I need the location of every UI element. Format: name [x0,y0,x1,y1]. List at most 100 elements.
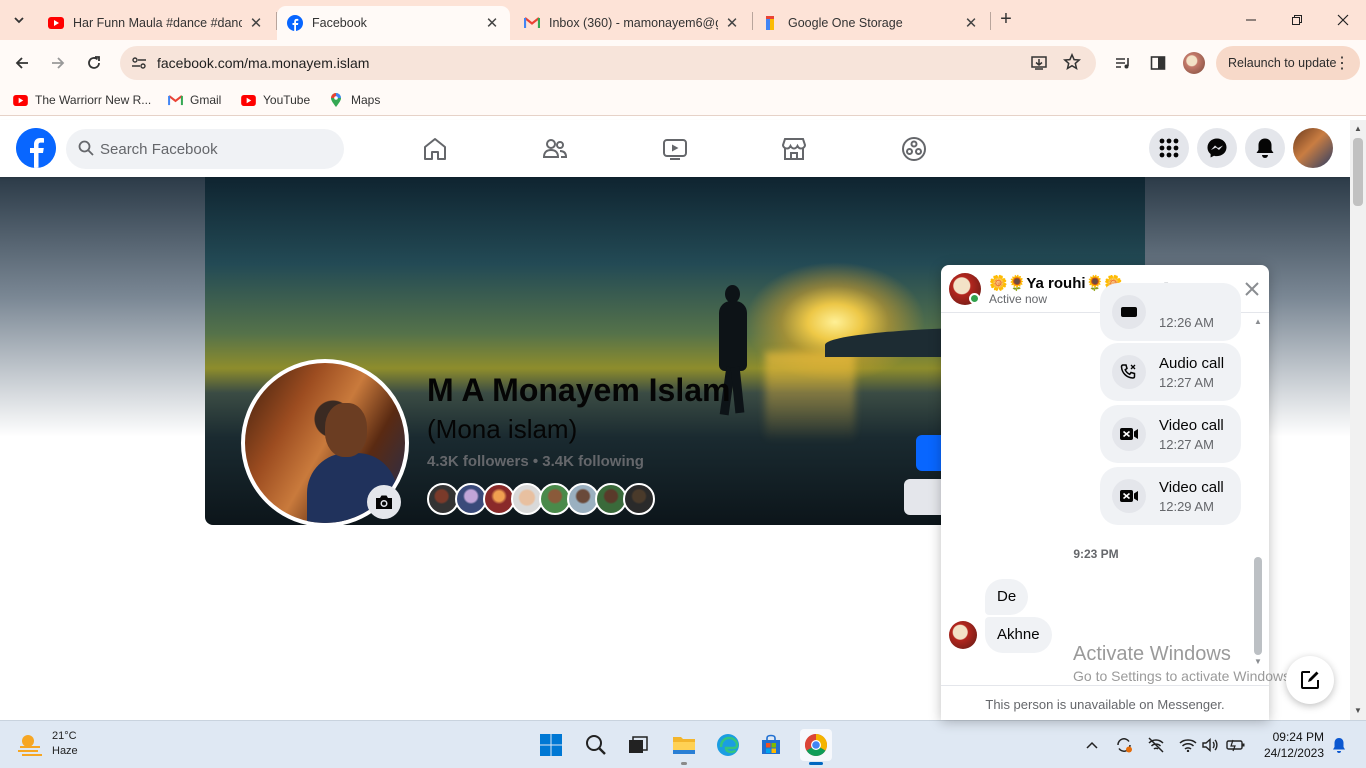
account-avatar[interactable] [1293,128,1333,168]
update-profile-picture-button[interactable] [367,485,401,519]
scrollbar-thumb[interactable] [1353,138,1363,206]
scroll-up-icon[interactable]: ▲ [1354,124,1362,133]
call-log-bubble[interactable]: Audio call 12:27 AM [1100,343,1241,401]
minimize-icon [1246,19,1256,21]
bookmark-item[interactable]: The Warriorr New R... [12,92,151,108]
restore-button[interactable] [1274,6,1320,34]
tab-search-button[interactable] [6,8,32,32]
install-app-icon[interactable] [1030,54,1048,77]
volume-icon[interactable] [1200,735,1220,755]
windows-taskbar: 21°C Haze 09:24 PM 24/12/2023 [0,720,1366,768]
battery-icon[interactable] [1226,735,1246,755]
profile-avatar-icon [1183,52,1205,74]
call-log-bubble[interactable]: 12:26 AM [1100,283,1241,341]
nav-gaming[interactable] [900,135,928,163]
chat-messages[interactable]: 12:26 AM Audio call 12:27 AM Video call … [941,283,1269,685]
notifications-button[interactable] [1245,128,1285,168]
search-icon [586,735,606,755]
minimize-button[interactable] [1228,6,1274,34]
close-tab-icon[interactable]: ✕ [484,14,500,32]
tab-youtube[interactable]: Har Funn Maula #dance #dance ✕ [38,6,274,40]
chat-scrollbar-thumb[interactable] [1254,557,1262,655]
nav-friends[interactable] [541,135,569,163]
missed-video-icon [1112,295,1146,329]
task-view-button[interactable] [622,729,654,761]
url-text[interactable]: facebook.com/ma.monayem.islam [157,55,369,71]
new-tab-button[interactable]: + [993,8,1019,32]
scroll-down-icon[interactable]: ▼ [1354,706,1362,715]
page-scrollbar[interactable]: ▲ ▼ [1350,120,1366,720]
nav-home[interactable] [421,135,449,163]
call-time: 12:27 AM [1159,375,1214,390]
store-button[interactable] [755,729,787,761]
close-tab-icon[interactable]: ✕ [724,14,740,32]
tab-divider [990,12,991,30]
call-log-bubble[interactable]: Video call 12:29 AM [1100,467,1241,525]
menu-button[interactable] [1149,128,1189,168]
reload-button[interactable] [79,48,109,78]
bookmark-item[interactable]: Gmail [167,92,221,108]
site-info-icon[interactable] [130,54,148,72]
professional-dashboard-button[interactable] [904,479,946,515]
bookmark-item[interactable]: YouTube [240,92,310,108]
forward-button[interactable] [43,48,73,78]
nav-marketplace[interactable] [780,135,808,163]
relaunch-button[interactable]: Relaunch to update ⋮ [1216,46,1360,80]
messenger-button[interactable] [1197,128,1237,168]
chrome-button[interactable] [800,729,832,765]
call-time: 12:27 AM [1159,437,1214,452]
address-bar[interactable]: facebook.com/ma.monayem.islam [120,46,1096,80]
bookmark-label: The Warriorr New R... [35,93,152,107]
store-icon [762,734,780,754]
bookmark-star-icon[interactable] [1062,52,1082,76]
close-window-button[interactable] [1320,6,1366,34]
tab-facebook[interactable]: Facebook ✕ [277,6,510,40]
sync-icon[interactable] [1114,735,1134,755]
close-chat-icon[interactable] [1242,279,1262,299]
start-button[interactable] [535,729,567,761]
tab-gmail[interactable]: Inbox (360) - mamonayem6@gmail ✕ [514,6,750,40]
weather-widget[interactable]: 21°C Haze [16,729,78,759]
call-type: Audio call [1159,355,1225,372]
chrome-icon [805,734,827,756]
bookmark-item[interactable]: Maps [328,92,380,108]
gmail-icon [524,15,540,31]
close-tab-icon[interactable]: ✕ [248,14,264,32]
bookmarks-bar: The Warriorr New R... Gmail YouTube Maps [0,86,1366,116]
tab-google-one[interactable]: Google One Storage ✕ [753,6,989,40]
friend-avatar[interactable] [623,483,655,515]
new-message-button[interactable] [1286,656,1334,704]
notification-bell-icon[interactable] [1329,735,1349,755]
call-log-bubble[interactable]: Video call 12:27 AM [1100,405,1241,463]
facebook-logo[interactable] [16,128,56,168]
facebook-icon [287,15,303,31]
nav-video[interactable] [661,135,689,163]
message-bubble[interactable]: De [985,579,1029,615]
facebook-icon [16,128,56,168]
tab-title: Har Funn Maula #dance #dance [73,16,242,30]
profile-button[interactable] [1179,48,1209,78]
media-control-button[interactable] [1108,48,1138,78]
facebook-search[interactable] [66,129,344,169]
messenger-icon [1207,138,1227,158]
network-off-icon[interactable] [1146,735,1166,755]
search-input[interactable] [100,129,330,169]
sender-avatar[interactable] [949,621,977,649]
system-clock[interactable]: 09:24 PM 24/12/2023 [1254,729,1324,761]
show-hidden-icons-icon[interactable] [1082,735,1102,755]
search-button[interactable] [580,729,612,761]
edge-button[interactable] [712,729,744,761]
close-tab-icon[interactable]: ✕ [963,14,979,32]
more-menu-icon[interactable]: ⋮ [1334,53,1350,73]
home-icon [424,138,446,160]
back-button[interactable] [7,48,37,78]
video-icon [663,139,687,160]
side-panel-button[interactable] [1143,48,1173,78]
chat-scrollbar[interactable]: ▲ ▼ [1252,313,1264,669]
wifi-icon[interactable] [1178,735,1198,755]
follower-stats[interactable]: 4.3K followers • 3.4K following [427,453,644,470]
file-explorer-button[interactable] [668,729,700,765]
contact-status: Active now [989,292,1048,306]
scroll-up-icon[interactable]: ▲ [1254,317,1262,326]
message-bubble[interactable]: Akhne [985,617,1052,653]
